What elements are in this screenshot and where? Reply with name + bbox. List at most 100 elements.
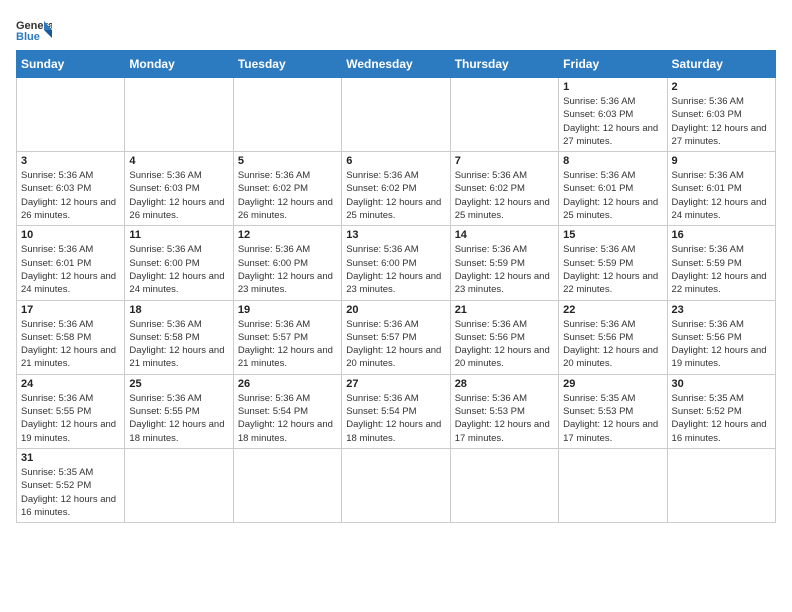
calendar-week-row: 3 Sunrise: 5:36 AM Sunset: 6:03 PM Daylig… xyxy=(17,152,776,226)
calendar-cell: 7Sunrise: 5:36 AM Sunset: 6:02 PM Daylig… xyxy=(450,152,558,226)
calendar-cell xyxy=(342,78,450,152)
day-info: Sunrise: 5:36 AM Sunset: 6:02 PM Dayligh… xyxy=(346,169,445,222)
day-number: 14 xyxy=(455,229,554,241)
calendar-cell: 22Sunrise: 5:36 AM Sunset: 5:56 PM Dayli… xyxy=(559,300,667,374)
day-number: 16 xyxy=(672,229,771,241)
calendar-cell xyxy=(667,448,775,522)
calendar-cell xyxy=(450,78,558,152)
calendar-cell: 20 Sunrise: 5:36 AM Sunset: 5:57 PM Dayli… xyxy=(342,300,450,374)
day-number: 18 xyxy=(129,304,228,316)
calendar-cell: 30 Sunrise: 5:35 AM Sunset: 5:52 PM Dayli… xyxy=(667,374,775,448)
calendar-cell: 27 Sunrise: 5:36 AM Sunset: 5:54 PM Dayli… xyxy=(342,374,450,448)
day-number: 22 xyxy=(563,304,662,316)
calendar-cell xyxy=(125,448,233,522)
day-number: 27 xyxy=(346,378,445,390)
calendar-table: SundayMondayTuesdayWednesdayThursdayFrid… xyxy=(16,50,776,523)
day-number: 17 xyxy=(21,304,120,316)
day-info: Sunrise: 5:36 AM Sunset: 6:01 PM Dayligh… xyxy=(672,169,771,222)
day-number: 8 xyxy=(563,155,662,167)
calendar-cell: 25 Sunrise: 5:36 AM Sunset: 5:55 PM Dayli… xyxy=(125,374,233,448)
day-number: 15 xyxy=(563,229,662,241)
day-info: Sunrise: 5:36 AM Sunset: 6:00 PM Dayligh… xyxy=(346,243,445,296)
day-of-week-header: Wednesday xyxy=(342,51,450,78)
day-info: Sunrise: 5:36 AM Sunset: 6:02 PM Dayligh… xyxy=(238,169,337,222)
calendar-cell: 14 Sunrise: 5:36 AM Sunset: 5:59 PM Dayli… xyxy=(450,226,558,300)
day-info: Sunrise: 5:36 AM Sunset: 5:54 PM Dayligh… xyxy=(238,392,337,445)
calendar-cell: 11 Sunrise: 5:36 AM Sunset: 6:00 PM Dayli… xyxy=(125,226,233,300)
day-number: 24 xyxy=(21,378,120,390)
day-number: 31 xyxy=(21,452,120,464)
day-number: 6 xyxy=(346,155,445,167)
calendar-cell: 16 Sunrise: 5:36 AM Sunset: 5:59 PM Dayli… xyxy=(667,226,775,300)
calendar-cell xyxy=(342,448,450,522)
calendar-cell: 18 Sunrise: 5:36 AM Sunset: 5:58 PM Dayli… xyxy=(125,300,233,374)
calendar-cell: 5Sunrise: 5:36 AM Sunset: 6:02 PM Daylig… xyxy=(233,152,341,226)
day-info: Sunrise: 5:36 AM Sunset: 5:58 PM Dayligh… xyxy=(129,318,228,371)
day-info: Sunrise: 5:36 AM Sunset: 6:00 PM Dayligh… xyxy=(238,243,337,296)
day-info: Sunrise: 5:36 AM Sunset: 6:03 PM Dayligh… xyxy=(21,169,120,222)
calendar-cell: 12 Sunrise: 5:36 AM Sunset: 6:00 PM Dayli… xyxy=(233,226,341,300)
day-number: 20 xyxy=(346,304,445,316)
day-number: 4 xyxy=(129,155,228,167)
day-info: Sunrise: 5:36 AM Sunset: 5:53 PM Dayligh… xyxy=(455,392,554,445)
svg-text:Blue: Blue xyxy=(16,31,40,43)
calendar-cell xyxy=(17,78,125,152)
day-info: Sunrise: 5:36 AM Sunset: 5:55 PM Dayligh… xyxy=(21,392,120,445)
day-info: Sunrise: 5:36 AM Sunset: 6:03 PM Dayligh… xyxy=(129,169,228,222)
day-info: Sunrise: 5:35 AM Sunset: 5:52 PM Dayligh… xyxy=(672,392,771,445)
calendar-cell: 15Sunrise: 5:36 AM Sunset: 5:59 PM Dayli… xyxy=(559,226,667,300)
day-number: 10 xyxy=(21,229,120,241)
day-of-week-header: Sunday xyxy=(17,51,125,78)
day-info: Sunrise: 5:36 AM Sunset: 5:59 PM Dayligh… xyxy=(455,243,554,296)
day-number: 12 xyxy=(238,229,337,241)
day-info: Sunrise: 5:36 AM Sunset: 6:03 PM Dayligh… xyxy=(672,95,771,148)
day-number: 9 xyxy=(672,155,771,167)
calendar-body: 1 Sunrise: 5:36 AM Sunset: 6:03 PM Daylig… xyxy=(17,78,776,523)
day-number: 23 xyxy=(672,304,771,316)
calendar-header: SundayMondayTuesdayWednesdayThursdayFrid… xyxy=(17,51,776,78)
calendar-cell: 26Sunrise: 5:36 AM Sunset: 5:54 PM Dayli… xyxy=(233,374,341,448)
calendar-cell xyxy=(233,78,341,152)
day-number: 21 xyxy=(455,304,554,316)
calendar-cell: 6 Sunrise: 5:36 AM Sunset: 6:02 PM Daylig… xyxy=(342,152,450,226)
day-of-week-header: Saturday xyxy=(667,51,775,78)
calendar-cell: 31 Sunrise: 5:35 AM Sunset: 5:52 PM Dayli… xyxy=(17,448,125,522)
day-info: Sunrise: 5:36 AM Sunset: 6:03 PM Dayligh… xyxy=(563,95,662,148)
day-number: 1 xyxy=(563,81,662,93)
calendar-cell: 23Sunrise: 5:36 AM Sunset: 5:56 PM Dayli… xyxy=(667,300,775,374)
calendar-cell xyxy=(450,448,558,522)
calendar-cell: 13Sunrise: 5:36 AM Sunset: 6:00 PM Dayli… xyxy=(342,226,450,300)
calendar-cell: 9 Sunrise: 5:36 AM Sunset: 6:01 PM Daylig… xyxy=(667,152,775,226)
day-info: Sunrise: 5:36 AM Sunset: 5:57 PM Dayligh… xyxy=(238,318,337,371)
day-info: Sunrise: 5:36 AM Sunset: 6:00 PM Dayligh… xyxy=(129,243,228,296)
day-number: 25 xyxy=(129,378,228,390)
calendar-week-row: 17 Sunrise: 5:36 AM Sunset: 5:58 PM Dayli… xyxy=(17,300,776,374)
day-info: Sunrise: 5:36 AM Sunset: 5:54 PM Dayligh… xyxy=(346,392,445,445)
day-info: Sunrise: 5:36 AM Sunset: 5:58 PM Dayligh… xyxy=(21,318,120,371)
day-of-week-header: Friday xyxy=(559,51,667,78)
calendar-cell: 2Sunrise: 5:36 AM Sunset: 6:03 PM Daylig… xyxy=(667,78,775,152)
day-number: 29 xyxy=(563,378,662,390)
calendar-week-row: 31 Sunrise: 5:35 AM Sunset: 5:52 PM Dayli… xyxy=(17,448,776,522)
logo-svg: General Blue xyxy=(16,16,52,44)
calendar-cell: 1 Sunrise: 5:36 AM Sunset: 6:03 PM Daylig… xyxy=(559,78,667,152)
day-info: Sunrise: 5:36 AM Sunset: 5:57 PM Dayligh… xyxy=(346,318,445,371)
calendar-cell: 10Sunrise: 5:36 AM Sunset: 6:01 PM Dayli… xyxy=(17,226,125,300)
day-info: Sunrise: 5:35 AM Sunset: 5:53 PM Dayligh… xyxy=(563,392,662,445)
day-number: 11 xyxy=(129,229,228,241)
day-of-week-header: Monday xyxy=(125,51,233,78)
calendar-cell: 4 Sunrise: 5:36 AM Sunset: 6:03 PM Daylig… xyxy=(125,152,233,226)
day-info: Sunrise: 5:35 AM Sunset: 5:52 PM Dayligh… xyxy=(21,466,120,519)
day-info: Sunrise: 5:36 AM Sunset: 5:59 PM Dayligh… xyxy=(672,243,771,296)
day-info: Sunrise: 5:36 AM Sunset: 6:02 PM Dayligh… xyxy=(455,169,554,222)
day-of-week-header: Thursday xyxy=(450,51,558,78)
calendar-week-row: 10Sunrise: 5:36 AM Sunset: 6:01 PM Dayli… xyxy=(17,226,776,300)
header: General Blue xyxy=(16,16,776,44)
calendar-cell: 28Sunrise: 5:36 AM Sunset: 5:53 PM Dayli… xyxy=(450,374,558,448)
day-number: 30 xyxy=(672,378,771,390)
calendar-cell: 3 Sunrise: 5:36 AM Sunset: 6:03 PM Daylig… xyxy=(17,152,125,226)
calendar-cell xyxy=(125,78,233,152)
day-number: 3 xyxy=(21,155,120,167)
day-info: Sunrise: 5:36 AM Sunset: 5:55 PM Dayligh… xyxy=(129,392,228,445)
day-of-week-header: Tuesday xyxy=(233,51,341,78)
